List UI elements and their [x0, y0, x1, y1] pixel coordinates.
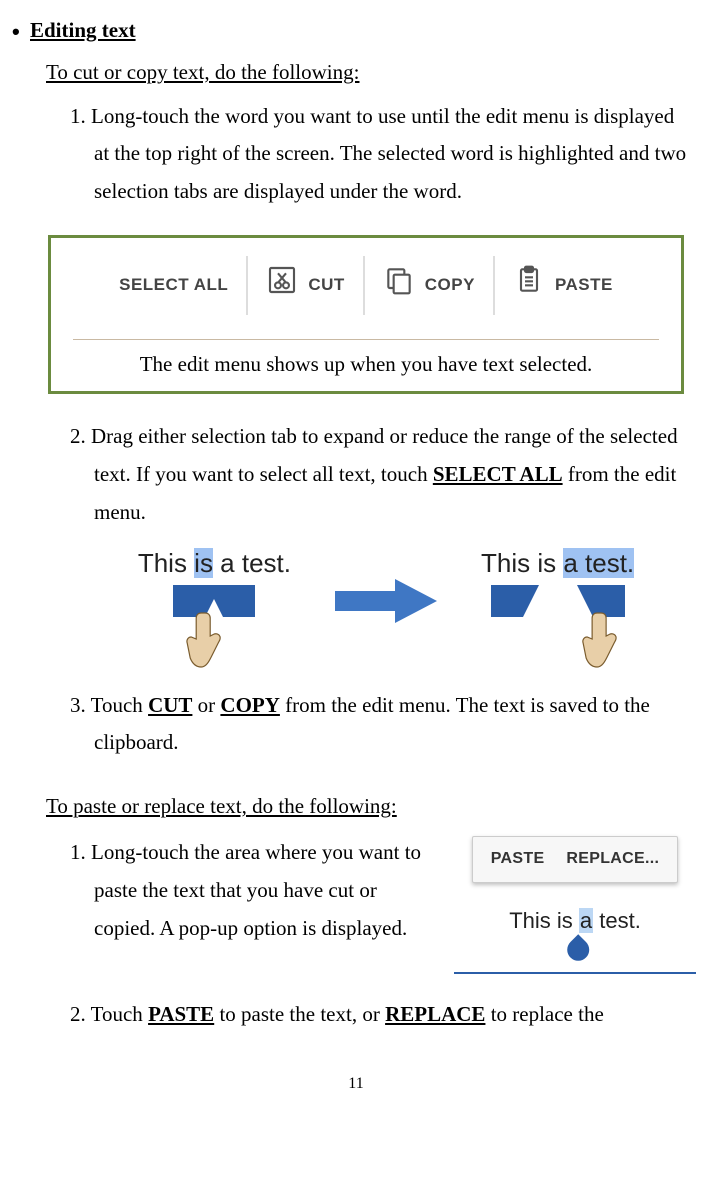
selection-handle-left-icon[interactable]	[491, 585, 523, 617]
selection-figure: This is a test. This is a test.	[72, 540, 700, 675]
selection-handle-right-icon[interactable]	[223, 585, 255, 617]
paste-step-2: 2. Touch PASTE to paste the text, or REP…	[70, 996, 694, 1034]
selection-left: This is a test.	[138, 540, 291, 675]
cursor-example-text: This is a test.	[450, 901, 700, 941]
cut-copy-step-2: 2. Drag either selection tab to expand o…	[70, 418, 694, 531]
select-all-button[interactable]: SELECT ALL	[101, 256, 248, 315]
copy-icon	[383, 264, 415, 307]
section-heading: • Editing text	[12, 12, 700, 50]
text-cursor[interactable]: a	[579, 901, 593, 941]
cut-button[interactable]: CUT	[248, 256, 364, 315]
cut-icon	[266, 264, 298, 307]
copy-button[interactable]: COPY	[365, 256, 495, 315]
step-number: 2.	[70, 424, 91, 448]
cut-copy-step-1: 1. Long-touch the word you want to use u…	[70, 98, 694, 211]
copy-label: COPY	[425, 270, 475, 301]
cursor-letter: a	[579, 908, 593, 933]
popup-replace-button[interactable]: REPLACE...	[566, 845, 659, 874]
paste-button[interactable]: PASTE	[495, 256, 631, 315]
finger-icon	[184, 611, 228, 686]
edit-menu-caption: The edit menu shows up when you have tex…	[73, 339, 659, 384]
page-number: 11	[12, 1070, 700, 1099]
step-text: Long-touch the area where you want to pa…	[91, 840, 421, 940]
step-text-bold: SELECT ALL	[433, 462, 563, 486]
selection-left-handles	[138, 585, 291, 675]
selection-right-handles	[481, 585, 634, 675]
arrow-right-icon	[331, 573, 441, 641]
edit-menu-bar: SELECT ALL CUT	[63, 256, 669, 315]
select-all-label: SELECT ALL	[119, 270, 228, 301]
bullet-icon: •	[12, 21, 30, 43]
cursor-underline	[454, 972, 696, 974]
step-number: 1.	[70, 104, 91, 128]
paste-step-1: 1. Long-touch the area where you want to…	[70, 834, 428, 947]
cursor-pre: This is	[509, 908, 579, 933]
step-text: Long-touch the word you want to use unti…	[91, 104, 686, 204]
replace-bold: REPLACE	[385, 1002, 485, 1026]
step-text-a: Touch	[91, 693, 148, 717]
cursor-post: test.	[593, 908, 641, 933]
heading-title: Editing text	[30, 12, 136, 50]
step-text-a: Touch	[91, 1002, 148, 1026]
edit-menu-figure: SELECT ALL CUT	[48, 235, 684, 394]
popup-paste-button[interactable]: PASTE	[491, 845, 545, 874]
step-or: or	[192, 693, 220, 717]
cut-copy-step-3: 3. Touch CUT or COPY from the edit menu.…	[70, 687, 694, 763]
step-text-b: to paste the text, or	[214, 1002, 385, 1026]
step-number: 1.	[70, 840, 91, 864]
selection-right-text: This is a test.	[481, 540, 634, 587]
paste-step-1-row: 1. Long-touch the area where you want to…	[46, 832, 700, 974]
paste-replace-subhead: To paste or replace text, do the followi…	[46, 788, 700, 826]
selection-left-text: This is a test.	[138, 540, 291, 587]
paste-icon	[513, 264, 545, 307]
cut-label: CUT	[308, 270, 344, 301]
cut-bold: CUT	[148, 693, 192, 717]
step-number: 3.	[70, 693, 91, 717]
selection-right-hl: a test.	[563, 548, 634, 578]
cursor-handle-icon[interactable]	[563, 935, 594, 966]
paste-bold: PASTE	[148, 1002, 214, 1026]
cut-copy-subhead: To cut or copy text, do the following:	[46, 54, 700, 92]
finger-icon	[579, 611, 623, 686]
selection-right-pre: This is	[481, 548, 563, 578]
paste-popup-figure: PASTE REPLACE... This is a test.	[450, 832, 700, 974]
copy-bold: COPY	[220, 693, 280, 717]
selection-right: This is a test.	[481, 540, 634, 675]
manual-page: • Editing text To cut or copy text, do t…	[12, 12, 700, 1099]
paste-popup: PASTE REPLACE...	[472, 836, 678, 883]
step-text-c: to replace the	[485, 1002, 603, 1026]
paste-label: PASTE	[555, 270, 613, 301]
step-number: 2.	[70, 1002, 91, 1026]
